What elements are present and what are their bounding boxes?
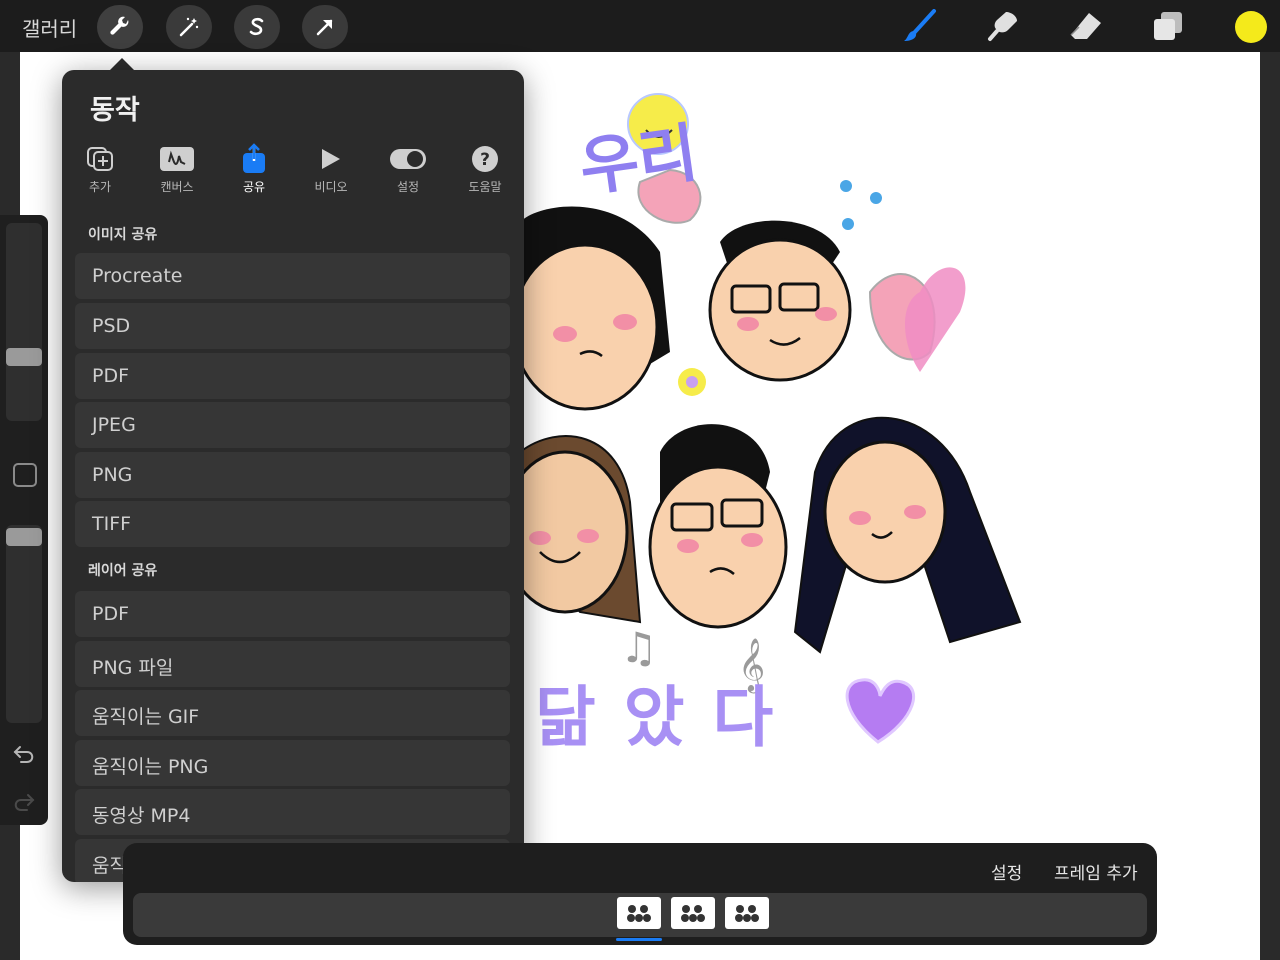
svg-text:♫: ♫: [620, 623, 658, 672]
tab-canvas[interactable]: 캔버스: [139, 144, 215, 204]
animated-gif-button[interactable]: 움직이는 GIF: [75, 690, 510, 736]
row-label: JPEG: [92, 414, 136, 436]
tab-add-label: 추가: [88, 180, 112, 194]
row-label: 움직이는 GIF: [92, 706, 200, 728]
frame-thumbnail[interactable]: [725, 897, 769, 929]
tab-settings[interactable]: 설정: [370, 144, 446, 204]
layers-icon: [1154, 12, 1182, 40]
eraser-button[interactable]: [1066, 8, 1106, 44]
tab-video[interactable]: 비디오: [293, 144, 369, 204]
layers-button[interactable]: [1148, 8, 1188, 44]
row-label: PDF: [92, 365, 130, 387]
layer-share-png-files-button[interactable]: PNG 파일: [75, 641, 510, 687]
row-label: TIFF: [92, 513, 132, 535]
frame-preview: [627, 905, 651, 922]
share-psd-button[interactable]: PSD: [75, 303, 510, 349]
frame-preview: [681, 905, 705, 922]
row-label: PNG 파일: [92, 657, 174, 679]
svg-text:?: ?: [480, 150, 490, 170]
row-label: PDF: [92, 603, 130, 625]
toggle-icon: [390, 149, 426, 169]
play-icon: [322, 149, 340, 169]
wrench-icon: [110, 16, 129, 35]
undo-icon[interactable]: [12, 743, 36, 765]
share-jpeg-button[interactable]: JPEG: [75, 402, 510, 448]
animated-png-button[interactable]: 움직이는 PNG: [75, 740, 510, 786]
color-picker-button[interactable]: [1235, 11, 1267, 43]
tab-help-label: 도움말: [468, 180, 502, 194]
actions-panel: 동작 추가 캔버스 공유 비디오 설정 ? 도움말 이미지 공유 Procrea…: [62, 70, 524, 882]
share-png-button[interactable]: PNG: [75, 452, 510, 498]
video-mp4-button[interactable]: 동영상 MP4: [75, 789, 510, 835]
help-icon: ?: [472, 146, 498, 172]
row-label: 움직이는 PNG: [92, 756, 209, 778]
magic-wand-icon: [179, 17, 199, 37]
tab-settings-label: 설정: [396, 180, 420, 194]
tab-share-label: 공유: [242, 180, 266, 194]
share-icon: [243, 143, 265, 173]
frame-preview: [735, 905, 759, 922]
share-tiff-button[interactable]: TIFF: [75, 501, 510, 547]
brush-size-thumb[interactable]: [6, 348, 42, 366]
top-toolbar: 갤러리: [0, 0, 1280, 52]
frame-thumbnail[interactable]: [671, 897, 715, 929]
row-label: Procreate: [92, 265, 183, 287]
eraser-icon: [1070, 13, 1101, 39]
selection-button[interactable]: [234, 5, 280, 49]
selected-frame-indicator: [616, 938, 662, 941]
share-pdf-button[interactable]: PDF: [75, 353, 510, 399]
smudge-button[interactable]: [983, 8, 1023, 44]
layer-share-pdf-button[interactable]: PDF: [75, 591, 510, 637]
redo-icon[interactable]: [12, 791, 36, 813]
canvas-icon: [160, 147, 194, 171]
brush-button[interactable]: [900, 8, 940, 44]
opacity-thumb[interactable]: [6, 528, 42, 546]
panel-title: 동작: [90, 95, 140, 126]
frame-thumbnail[interactable]: [617, 897, 661, 929]
timeline-settings-button[interactable]: 설정: [991, 859, 1022, 884]
brush-icon: [904, 9, 936, 41]
tab-add[interactable]: 추가: [62, 144, 138, 204]
tab-canvas-label: 캔버스: [160, 180, 194, 194]
adjustments-button[interactable]: [166, 5, 212, 49]
animation-timeline: 설정 프레임 추가: [123, 843, 1157, 945]
row-label: 동영상 MP4: [92, 805, 191, 827]
tab-share[interactable]: 공유: [216, 143, 292, 204]
actions-button[interactable]: [97, 5, 143, 49]
tab-help[interactable]: ? 도움말: [447, 144, 523, 204]
panel-pointer: [110, 58, 134, 70]
layer-share-heading: 레이어 공유: [88, 563, 158, 579]
arrow-transform-icon: [316, 19, 333, 36]
add-icon: [87, 147, 113, 171]
artwork-bottom-text: 닮았다: [535, 679, 801, 756]
opacity-slider[interactable]: [6, 525, 42, 723]
modify-button[interactable]: [13, 463, 37, 487]
brush-size-slider[interactable]: [6, 223, 42, 421]
row-label: PSD: [92, 315, 131, 337]
selection-s-icon: [249, 17, 264, 36]
image-share-heading: 이미지 공유: [88, 227, 158, 243]
transform-button[interactable]: [302, 5, 348, 49]
row-label: PNG: [92, 464, 133, 486]
left-sidebar: [0, 215, 48, 825]
frames-track: [133, 893, 1147, 937]
add-frame-button[interactable]: 프레임 추가: [1054, 859, 1138, 884]
smudge-icon: [988, 12, 1017, 41]
share-procreate-button[interactable]: Procreate: [75, 253, 510, 299]
gallery-button[interactable]: 갤러리: [22, 13, 77, 42]
tab-video-label: 비디오: [314, 180, 348, 194]
actions-tabs: 추가 캔버스 공유 비디오 설정 ? 도움말: [62, 143, 524, 204]
